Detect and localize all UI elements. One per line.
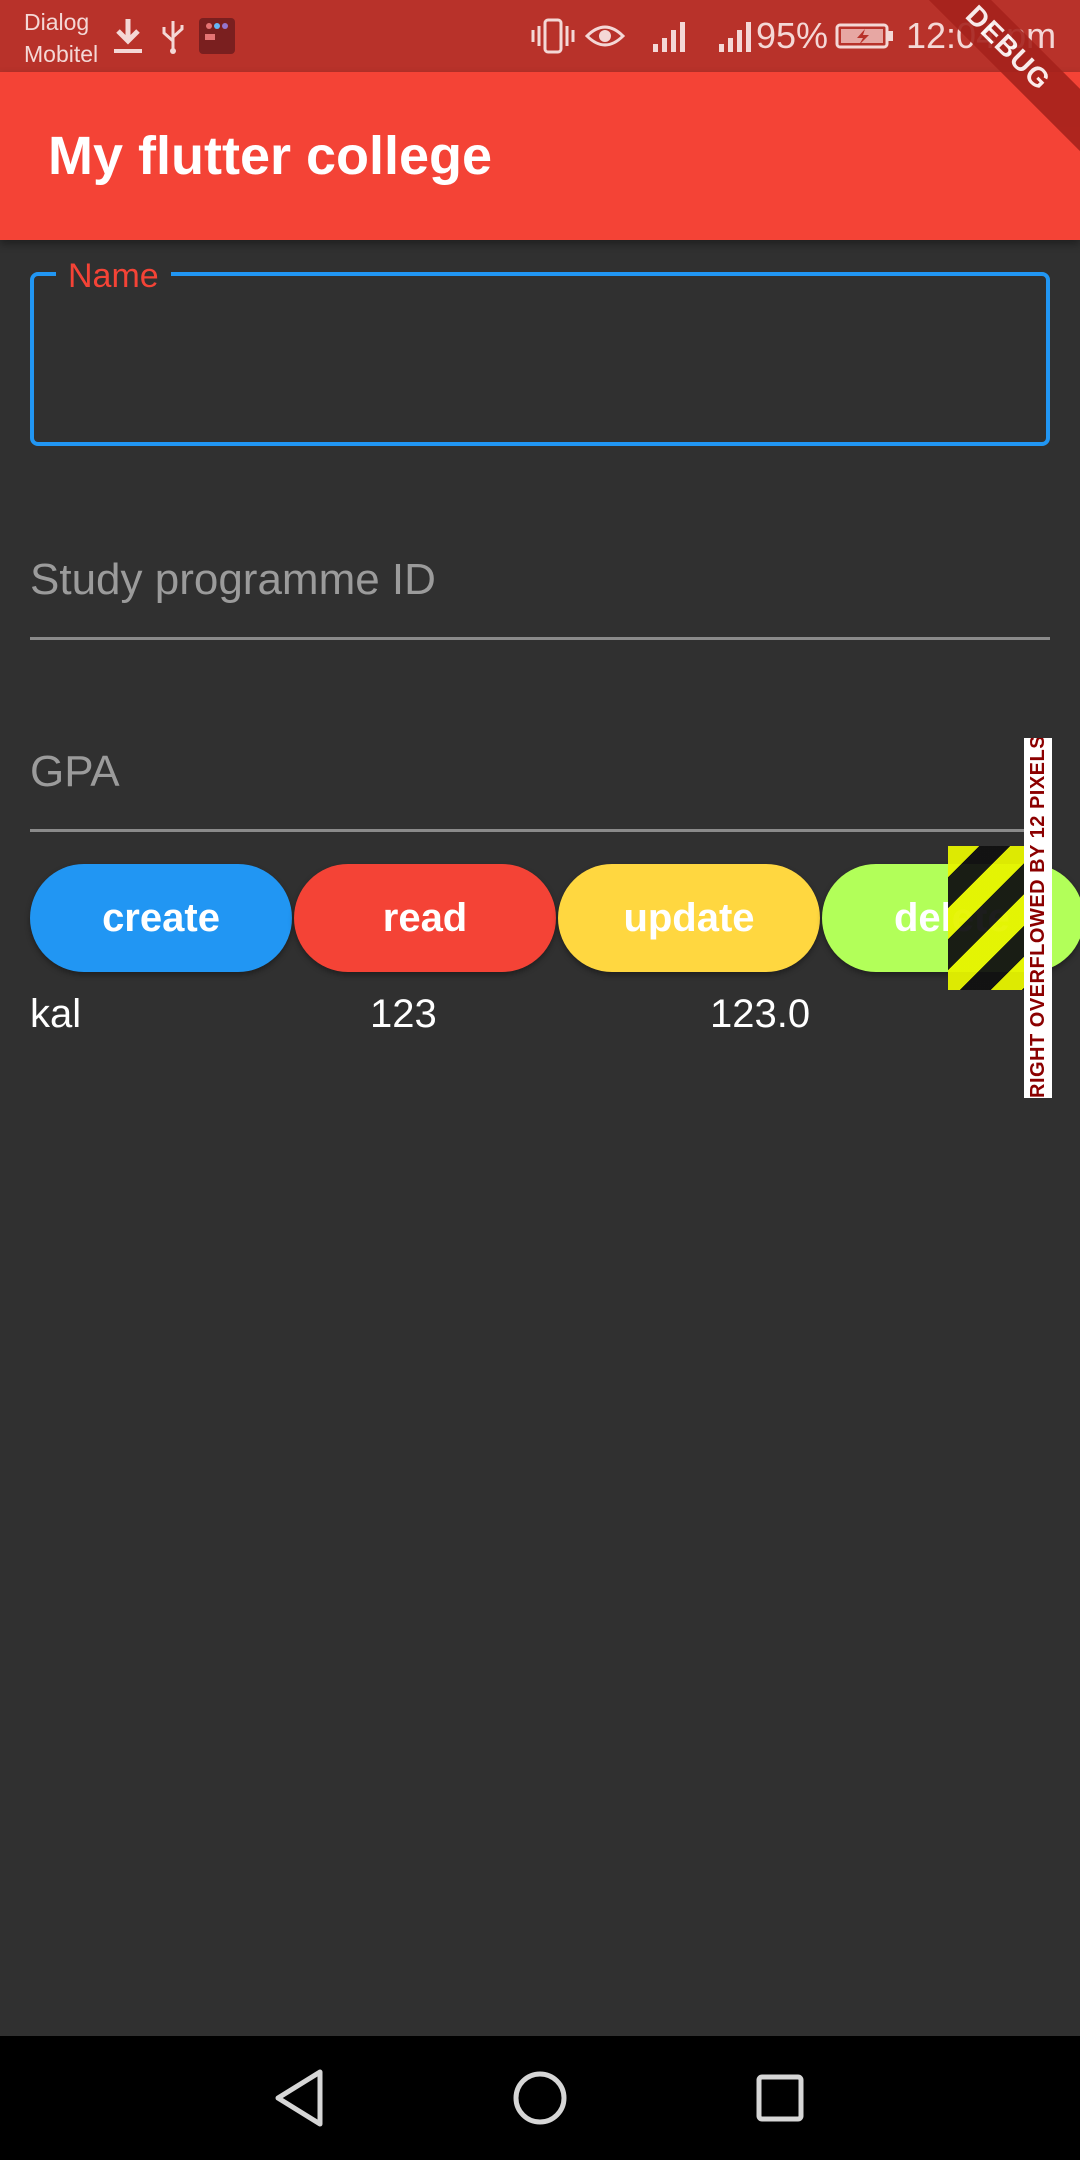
vibrate-icon	[530, 14, 576, 58]
carrier-line2: Mobitel	[24, 41, 99, 67]
navigation-bar	[0, 2036, 1080, 2160]
overflow-warning-text: RIGHT OVERFLOWED BY 12 PIXELS	[1027, 738, 1049, 1098]
recents-icon[interactable]	[740, 2058, 820, 2138]
name-field[interactable]	[30, 272, 1050, 446]
home-icon[interactable]	[500, 2058, 580, 2138]
app-bar: My flutter college	[0, 72, 1080, 240]
signal-icon	[716, 14, 756, 58]
overflow-warning: RIGHT OVERFLOWED BY 12 PIXELS	[1024, 738, 1052, 1098]
carrier-line1: Dialog	[24, 9, 90, 35]
carrier-info: Dialog Mobitel	[24, 6, 98, 70]
usb-icon	[158, 14, 188, 58]
status-bar: Dialog Mobitel 95% 12:04 pm	[0, 0, 1080, 72]
name-field-label: Name	[56, 254, 171, 298]
gpa-placeholder: GPA	[30, 747, 120, 796]
eye-icon	[584, 14, 626, 58]
gpa-field[interactable]: GPA	[30, 708, 1050, 832]
update-button[interactable]: update	[558, 864, 820, 972]
list-item: kal 123 123.0	[0, 986, 1080, 1042]
back-icon[interactable]	[260, 2058, 340, 2138]
app-notification-icon	[198, 14, 236, 58]
overflow-indicator	[948, 846, 1024, 990]
record-gpa: 123.0	[710, 992, 811, 1036]
create-button[interactable]: create	[30, 864, 292, 972]
study-programme-placeholder: Study programme ID	[30, 555, 436, 604]
study-programme-field[interactable]: Study programme ID	[30, 516, 1050, 640]
battery-percent: 95%	[756, 15, 829, 56]
record-name: kal	[30, 992, 82, 1036]
page-title: My flutter college	[48, 126, 493, 186]
signal-icon	[650, 14, 690, 58]
read-button[interactable]: read	[294, 864, 556, 972]
record-programme-id: 123	[370, 992, 437, 1036]
download-icon	[110, 14, 146, 58]
battery-charging-icon	[834, 14, 896, 58]
